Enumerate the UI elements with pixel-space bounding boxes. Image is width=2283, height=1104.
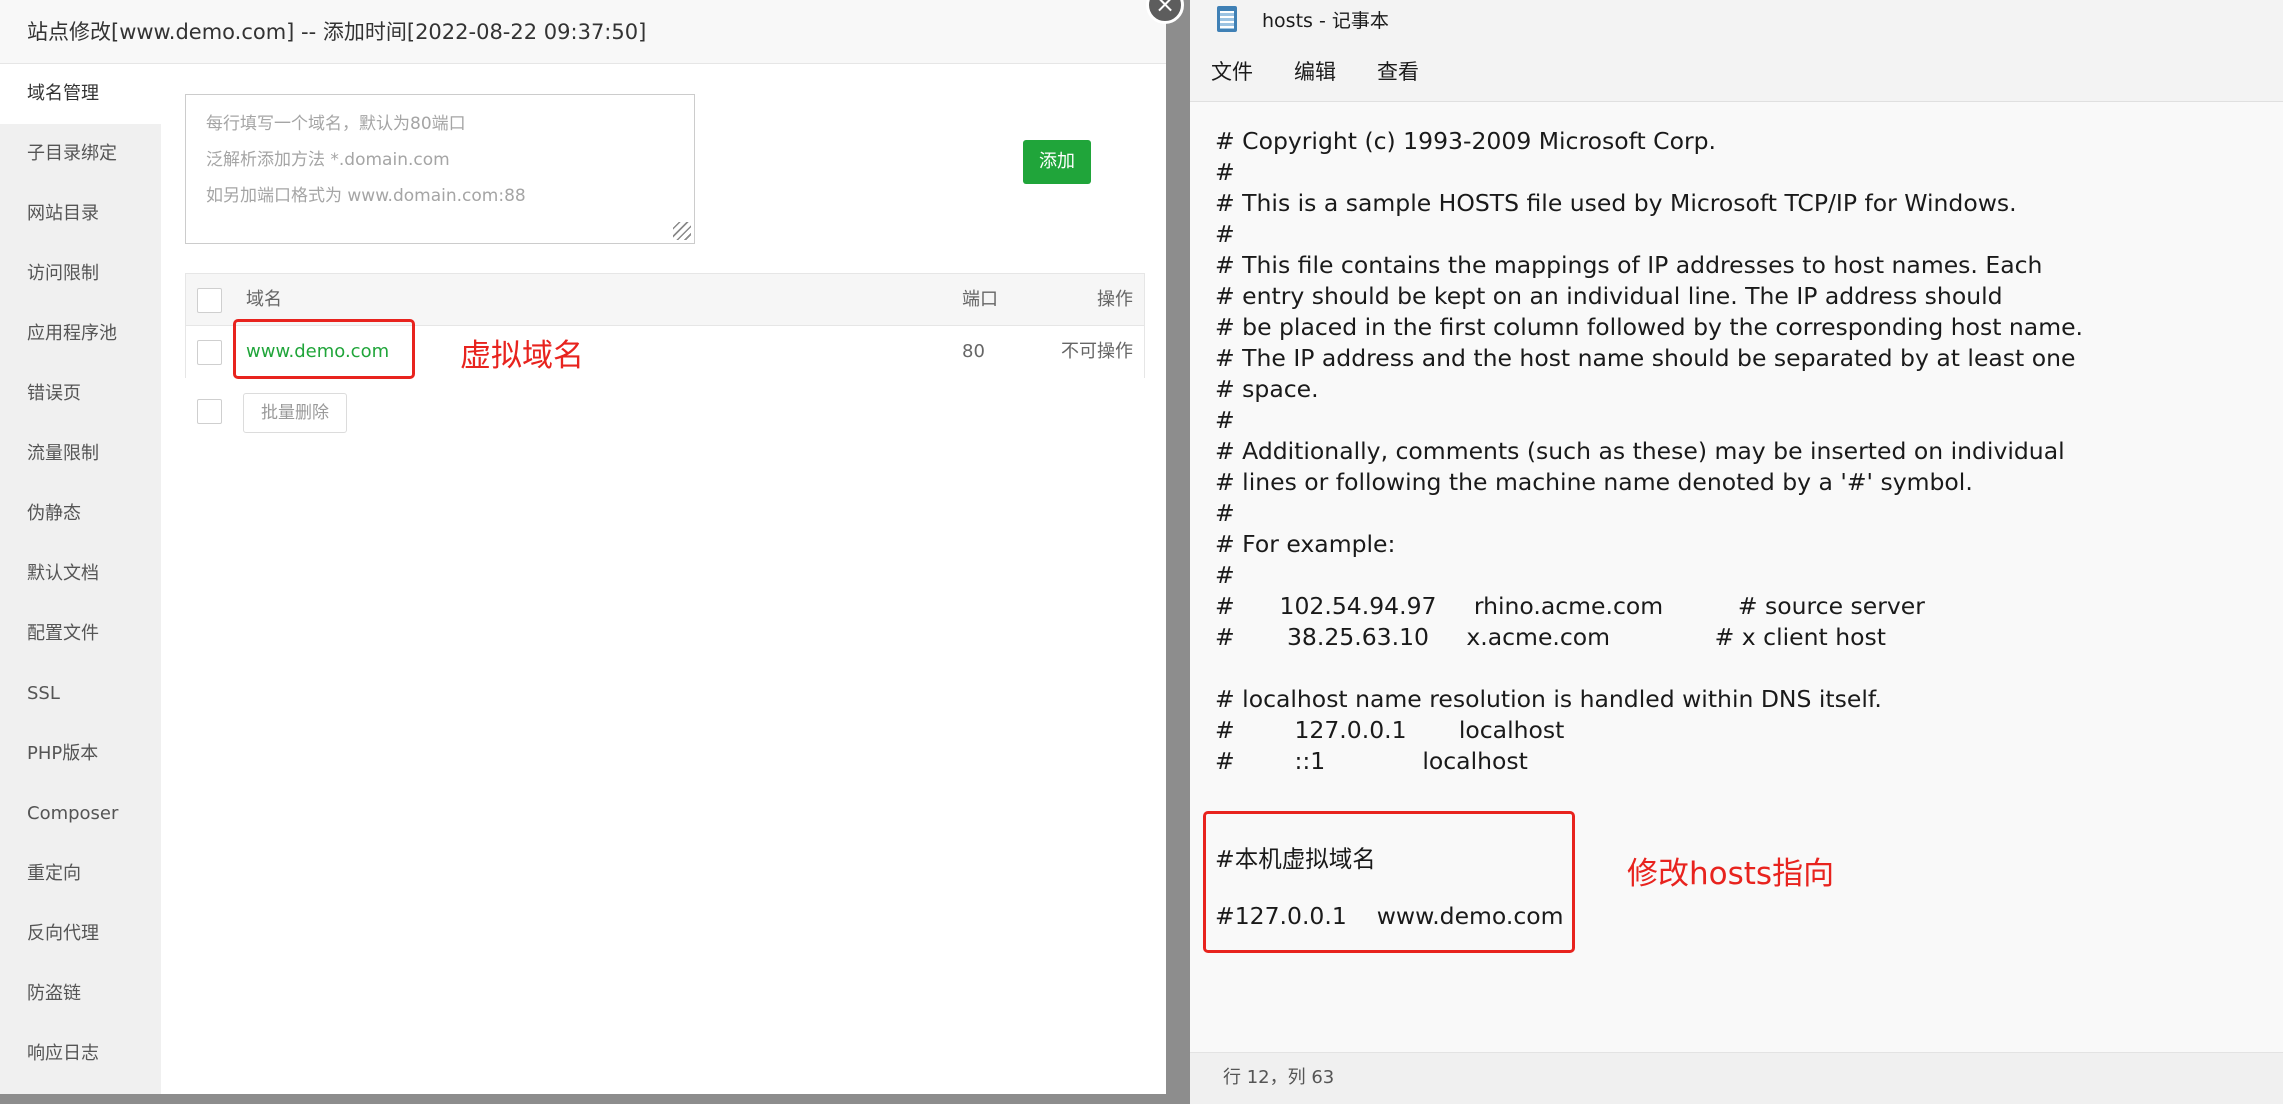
text-line: # Copyright (c) 1993-2009 Microsoft Corp… [1215,127,1716,155]
notepad-text-editor[interactable]: # Copyright (c) 1993-2009 Microsoft Corp… [1190,102,2283,1052]
text-line: # space. [1215,375,1319,403]
text-line: # lines or following the machine name de… [1215,468,1973,496]
sidebar-item-ssl[interactable]: SSL [0,664,161,724]
resize-handle-icon[interactable] [673,222,691,240]
text-line: # [1215,561,1235,589]
sidebar-item-site-directory[interactable]: 网站目录 [0,184,161,244]
sidebar-item-hotlink-protection[interactable]: 防盗链 [0,964,161,1024]
select-all-checkbox[interactable] [197,288,222,313]
sidebar-item-app-pool[interactable]: 应用程序池 [0,304,161,364]
text-line: # be placed in the first column followed… [1215,313,2084,341]
domain-port: 80 [962,341,985,362]
menu-file[interactable]: 文件 [1211,56,1253,86]
sidebar-item-redirect[interactable]: 重定向 [0,844,161,904]
sidebar-item-reverse-proxy[interactable]: 反向代理 [0,904,161,964]
domain-input[interactable]: 每行填写一个域名，默认为80端口 泛解析添加方法 *.domain.com 如另… [185,94,695,244]
text-line: # ::1 localhost [1215,747,1528,775]
domain-input-placeholder-line: 每行填写一个域名，默认为80端口 [206,114,466,134]
menu-edit[interactable]: 编辑 [1294,56,1336,86]
notepad-titlebar: hosts - 记事本 [1190,0,2283,42]
sidebar-item-traffic-limit[interactable]: 流量限制 [0,424,161,484]
annotation-label-virtual-domain: 虚拟域名 [460,338,584,374]
settings-sidebar: 域名管理 子目录绑定 网站目录 访问限制 应用程序池 错误页 流量限制 伪静态 … [0,64,161,1094]
sidebar-item-php-version[interactable]: PHP版本 [0,724,161,784]
text-line: # 127.0.0.1 localhost [1215,716,1565,744]
notepad-window: hosts - 记事本 文件 编辑 查看 # Copyright (c) 199… [1190,0,2283,1104]
sidebar-item-rewrite[interactable]: 伪静态 [0,484,161,544]
text-line: # localhost name resolution is handled w… [1215,685,1882,713]
text-line: # [1215,220,1235,248]
row-checkbox[interactable] [197,340,222,365]
column-header-action: 操作 [1097,289,1133,310]
sidebar-item-response-log[interactable]: 响应日志 [0,1024,161,1084]
text-line: # This is a sample HOSTS file used by Mi… [1215,189,2017,217]
cursor-position: 行 12，列 63 [1223,1067,1335,1088]
notepad-icon [1217,6,1237,32]
text-line: # The IP address and the host name shoul… [1215,344,2076,372]
notepad-title: hosts - 记事本 [1262,10,1389,32]
sidebar-item-access-restriction[interactable]: 访问限制 [0,244,161,304]
domain-input-placeholder-line: 泛解析添加方法 *.domain.com [206,150,450,170]
domain-action-status: 不可操作 [1061,341,1133,362]
annotation-highlight-box [233,319,415,379]
domain-input-placeholder-line: 如另加端口格式为 www.domain.com:88 [206,186,526,206]
sidebar-item-error-page[interactable]: 错误页 [0,364,161,424]
sidebar-item-subdirectory-binding[interactable]: 子目录绑定 [0,124,161,184]
sidebar-item-composer[interactable]: Composer [0,784,161,844]
text-line: # [1215,406,1235,434]
sidebar-item-domain-management[interactable]: 域名管理 [0,64,161,124]
text-line: # 38.25.63.10 x.acme.com # x client host [1215,623,1886,651]
text-line: # For example: [1215,530,1396,558]
add-domain-button[interactable]: 添加 [1023,140,1091,184]
text-line: # [1215,158,1235,186]
text-line: # entry should be kept on an individual … [1215,282,2003,310]
annotation-highlight-box [1203,811,1575,953]
sidebar-item-config-file[interactable]: 配置文件 [0,604,161,664]
annotation-label-modify-hosts: 修改hosts指向 [1627,856,1835,892]
dialog-header: 站点修改[www.demo.com] -- 添加时间[2022-08-22 09… [0,0,1166,64]
notepad-statusbar: 行 12，列 63 [1190,1052,2283,1104]
text-line: # [1215,499,1235,527]
text-line: # Additionally, comments (such as these)… [1215,437,2065,465]
batch-delete-button[interactable]: 批量删除 [243,393,347,433]
menu-view[interactable]: 查看 [1377,56,1419,86]
text-line: # 102.54.94.97 rhino.acme.com # source s… [1215,592,1925,620]
text-line: # This file contains the mappings of IP … [1215,251,2043,279]
notepad-menubar: 文件 编辑 查看 [1190,42,2283,102]
dialog-title: 站点修改[www.demo.com] -- 添加时间[2022-08-22 09… [27,20,647,44]
sidebar-item-default-document[interactable]: 默认文档 [0,544,161,604]
column-header-port: 端口 [962,289,998,310]
site-edit-dialog: 站点修改[www.demo.com] -- 添加时间[2022-08-22 09… [0,0,1166,1094]
batch-select-checkbox[interactable] [197,399,222,424]
